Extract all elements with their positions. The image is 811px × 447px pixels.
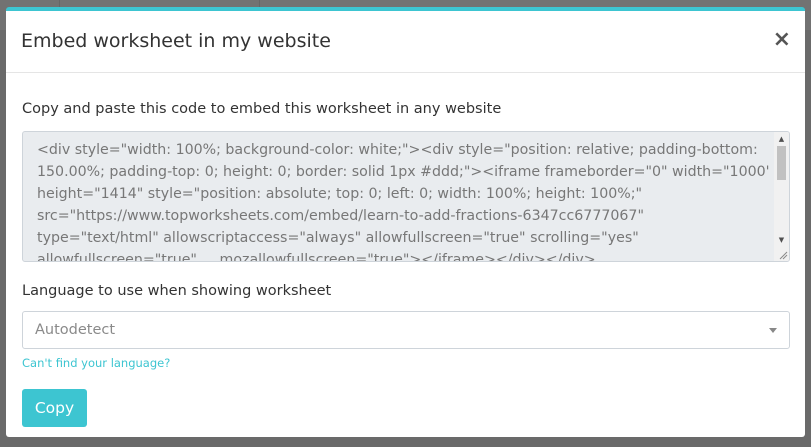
language-label: Language to use when showing worksheet (22, 283, 332, 299)
close-icon[interactable]: × (773, 29, 791, 51)
resize-grip-icon[interactable] (778, 250, 788, 260)
cant-find-language-link[interactable]: Can't find your language? (22, 356, 170, 370)
chevron-down-icon[interactable] (769, 328, 777, 333)
intro-text: Copy and paste this code to embed this w… (22, 101, 502, 117)
scroll-down-icon[interactable]: ▼ (774, 233, 789, 247)
embed-code-text[interactable]: <div style="width: 100%; background-colo… (37, 139, 769, 261)
copy-button[interactable]: Copy (22, 389, 87, 427)
textarea-scrollbar[interactable]: ▲ ▼ (774, 132, 789, 261)
language-select[interactable]: Autodetect (22, 311, 790, 349)
embed-dialog: Embed worksheet in my website × Copy and… (6, 7, 805, 437)
embed-code-textarea[interactable]: <div style="width: 100%; background-colo… (22, 131, 790, 262)
dialog-header: Embed worksheet in my website × (6, 11, 805, 73)
scroll-up-icon[interactable]: ▲ (774, 132, 789, 146)
scroll-thumb[interactable] (777, 146, 786, 180)
dialog-title: Embed worksheet in my website (21, 30, 331, 52)
language-select-value: Autodetect (35, 322, 116, 338)
